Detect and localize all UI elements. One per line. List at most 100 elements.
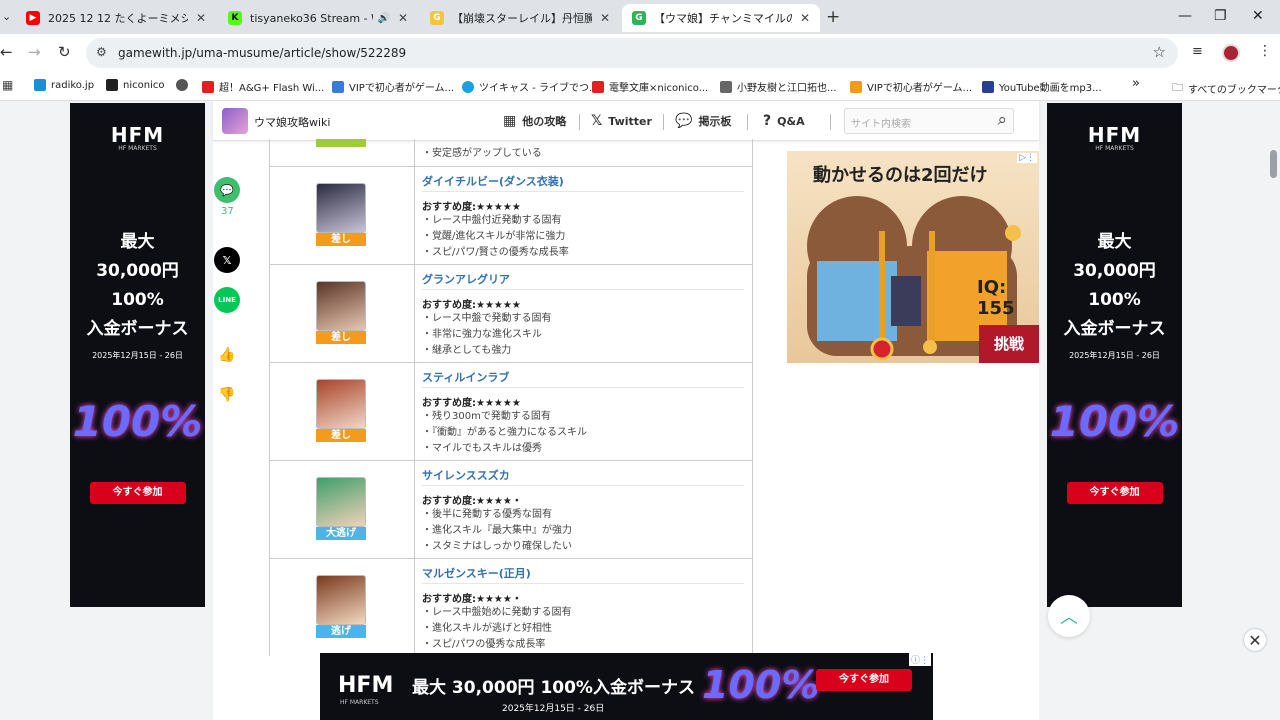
bottom-ad[interactable]: HFM HF MARKETS 最大 30,000円 100%入金ボーナス 202… <box>320 653 933 720</box>
close-icon[interactable]: ✕ <box>800 11 810 25</box>
close-icon[interactable]: ✕ <box>398 11 408 25</box>
thumbs-down-icon[interactable]: 👎 <box>214 382 240 408</box>
point-text: ・マイルでもスキルは優秀 <box>422 443 542 454</box>
recommend-rating: おすすめ度:★★★★・ <box>422 492 744 507</box>
x-share-icon[interactable]: 𝕏 <box>214 247 240 273</box>
window-close-icon[interactable]: ✕ <box>1252 8 1264 24</box>
ad-info-icon[interactable]: ▷⋮ <box>1017 153 1037 163</box>
point-text: ・残り300mで発動する固有 <box>422 411 551 422</box>
ad-info-icon[interactable]: ⓘ⋮ <box>908 653 931 666</box>
profile-avatar[interactable] <box>1222 44 1240 62</box>
tab-1[interactable]: K tisyaneko36 Stream - Watc 🔊 ✕ <box>218 4 418 32</box>
ad-join-button[interactable]: 今すぐ参加 <box>1066 482 1163 504</box>
char-name-link[interactable]: マルゼンスキー(正月) <box>422 565 744 584</box>
bookmark-item[interactable]: ツイキャス - ライブでつ... <box>462 79 599 94</box>
left-ad[interactable]: HFM HF MARKETS 最大 30,000円 100% 入金ボーナス 20… <box>70 103 205 607</box>
tab-2[interactable]: G 【崩壊スターレイル】丹恒騰荒（とう ✕ <box>420 4 620 32</box>
bookmark-item[interactable]: radiko.jp <box>34 79 94 91</box>
point-text: ・スタミナはしっかり確保したい <box>422 541 572 552</box>
char-name-link[interactable]: サイレンススズカ <box>422 467 744 486</box>
bookmark-item[interactable]: VIPで初心者がゲーム... <box>850 79 972 94</box>
tab-title: tisyaneko36 Stream - Watc <box>250 11 373 25</box>
all-bookmarks-button[interactable]: 🗀 すべてのブックマーク <box>1172 79 1280 98</box>
apps-icon[interactable]: ▦ <box>2 78 13 92</box>
bookmarks-overflow-button[interactable]: » <box>1132 76 1140 91</box>
running-style-tag: 逃げ <box>316 625 366 638</box>
star-rating: ★★★★・ <box>476 496 522 507</box>
bookmark-item[interactable]: 電撃文庫×niconico... <box>592 79 708 94</box>
chat-icon: 💬 <box>675 113 693 129</box>
page-scrollbar[interactable] <box>1270 150 1277 178</box>
char-name-link[interactable]: ダイイチルビー(ダンス衣装) <box>422 173 744 192</box>
bookmarks-bar: ▦ radiko.jp niconico 超！A&G+ Flash Wi... … <box>0 72 1280 101</box>
bottom-ad-join-button[interactable]: 今すぐ参加 <box>816 669 912 691</box>
tab-list-button[interactable]: ⌄ <box>2 10 11 23</box>
minimize-icon[interactable]: — <box>1178 8 1192 24</box>
search-icon[interactable]: ⌕ <box>997 110 1007 130</box>
char-portrait[interactable] <box>316 379 366 429</box>
nav-qa[interactable]: ? Q&A <box>763 113 805 129</box>
ad-line: 30,000円 <box>1073 261 1156 281</box>
close-icon[interactable]: ✕ <box>600 11 610 25</box>
comment-icon[interactable]: 💬 <box>214 177 240 203</box>
back-icon[interactable]: ← <box>0 43 13 61</box>
bottom-ad-logo-sub: HF MARKETS <box>340 699 379 706</box>
char-name-link[interactable]: グランアレグリア <box>422 271 744 290</box>
all-bookmarks-label: すべてのブックマーク <box>1188 85 1280 96</box>
char-info: サイレンススズカ おすすめ度:★★★★・ ・後半に発動する優秀な固有 ・進化スキ… <box>422 467 744 555</box>
bookmark-item[interactable]: niconico <box>106 79 164 91</box>
point-text: ・レース中盤始めに発動する固有 <box>422 607 572 618</box>
ad-logo-sub: HF MARKETS <box>1095 145 1134 152</box>
site-name[interactable]: ウマ娘攻略wiki <box>254 114 330 130</box>
running-style-tag: 大逃げ <box>316 527 366 540</box>
char-portrait[interactable] <box>316 183 366 233</box>
bookmark-item[interactable]: YouTube動画をmp3... <box>982 79 1102 94</box>
ad-headline: 最大 30,000円 100% 入金ボーナス <box>70 228 205 344</box>
nav-twitter[interactable]: 𝕏 Twitter <box>591 113 652 129</box>
tab-title: 【ウマ娘】チャンミマイルのおすすめキャ <box>654 12 792 25</box>
game-ad-challenge-button[interactable]: 挑戦 <box>979 325 1039 363</box>
ad-join-button[interactable]: 今すぐ参加 <box>89 482 186 504</box>
reload-icon[interactable]: ↻ <box>58 43 71 61</box>
nav-other-guides[interactable]: ▦ 他の攻略 <box>503 113 566 129</box>
tab-0[interactable]: ▶ 2025 12 12 たくよーミメシス！with ✕ <box>16 4 216 32</box>
line-share-icon[interactable]: LINE <box>214 287 240 313</box>
scroll-to-top-button[interactable]: ︿ <box>1048 595 1090 637</box>
site-logo[interactable] <box>222 108 248 134</box>
niconico-icon <box>106 79 118 91</box>
game-ad[interactable]: 動かせるのは2回だけ IQ: 155 挑戦 ▷⋮ <box>787 151 1039 363</box>
bookmark-label: 超！A&G+ Flash Wi... <box>219 83 325 94</box>
char-image-cell: 差し <box>270 363 415 460</box>
agplus-icon <box>202 80 214 93</box>
nav-label: 他の攻略 <box>522 115 567 128</box>
site-info-icon[interactable]: ⚙ <box>96 45 107 59</box>
nav-divider <box>663 114 664 130</box>
audio-icon[interactable]: 🔊 <box>377 13 389 24</box>
close-ad-button[interactable]: ✕ <box>1244 629 1266 651</box>
char-portrait[interactable] <box>316 477 366 527</box>
forward-icon[interactable]: → <box>28 43 41 61</box>
bookmark-item[interactable]: 超！A&G+ Flash Wi... <box>202 79 324 94</box>
url-text[interactable]: gamewith.jp/uma-musume/article/show/5222… <box>118 46 406 60</box>
char-portrait[interactable] <box>316 281 366 331</box>
nav-board[interactable]: 💬 掲示板 <box>675 113 731 129</box>
char-name-link[interactable]: スティルインラブ <box>422 369 744 388</box>
bookmark-star-icon[interactable]: ☆ <box>1153 43 1166 61</box>
reading-list-icon[interactable]: ≡ <box>1192 44 1203 59</box>
menu-icon[interactable]: ⋮ <box>1258 43 1272 59</box>
char-portrait[interactable] <box>316 575 366 625</box>
new-tab-button[interactable]: + <box>826 7 840 27</box>
char-info: スティルインラブ おすすめ度:★★★★★ ・残り300mで発動する固有 ・『衝動… <box>422 369 744 457</box>
bookmark-item[interactable]: 小野友樹と江口拓也... <box>720 79 837 94</box>
close-icon[interactable]: ✕ <box>196 11 206 25</box>
site-search-input[interactable]: サイト内検索 ⌕ <box>844 108 1014 134</box>
right-ad[interactable]: HFM HF MARKETS 最大 30,000円 100% 入金ボーナス 20… <box>1047 103 1182 607</box>
thumbs-up-icon[interactable]: 👍 <box>214 342 240 368</box>
bookmark-item[interactable] <box>176 79 193 91</box>
address-bar[interactable]: ⚙ gamewith.jp/uma-musume/article/show/52… <box>86 38 1178 68</box>
close-icon: ✕ <box>1248 630 1262 650</box>
vip-icon <box>332 80 344 93</box>
bookmark-item[interactable]: VIPで初心者がゲーム... <box>332 79 454 94</box>
maximize-icon[interactable]: ❐ <box>1214 8 1227 24</box>
tab-3[interactable]: G 【ウマ娘】チャンミマイルのおすすめキャ ✕ <box>622 4 820 32</box>
